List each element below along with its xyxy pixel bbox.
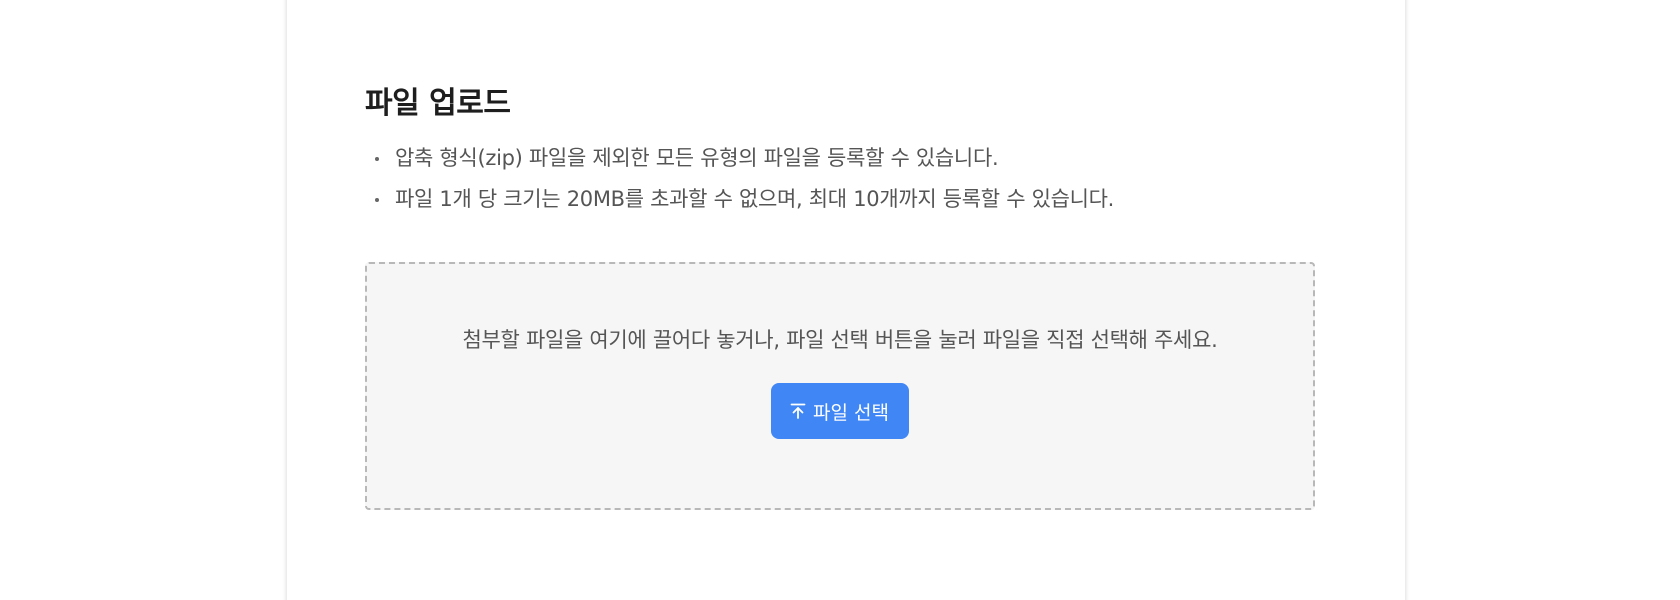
guide-text: 파일 1개 당 크기는 20MB를 초과할 수 없으며, 최대 10개까지 등록…: [395, 187, 1115, 211]
select-file-label: 파일 선택: [813, 401, 889, 424]
upload-guide-list: 압축 형식(zip) 파일을 제외한 모든 유형의 파일을 등록할 수 있습니다…: [365, 138, 1315, 220]
guide-item: 파일 1개 당 크기는 20MB를 초과할 수 없으며, 최대 10개까지 등록…: [365, 179, 1315, 220]
page-background: 파일 업로드 압축 형식(zip) 파일을 제외한 모든 유형의 파일을 등록할…: [0, 0, 1680, 600]
content-card: 파일 업로드 압축 형식(zip) 파일을 제외한 모든 유형의 파일을 등록할…: [286, 0, 1406, 600]
select-file-button[interactable]: 파일 선택: [771, 383, 909, 439]
guide-text: 압축 형식(zip) 파일을 제외한 모든 유형의 파일을 등록할 수 있습니다…: [395, 146, 999, 170]
upload-icon: [789, 402, 807, 420]
section-title: 파일 업로드: [365, 86, 511, 121]
file-dropzone[interactable]: 첨부할 파일을 여기에 끌어다 놓거나, 파일 선택 버튼을 눌러 파일을 직접…: [365, 262, 1315, 510]
dropzone-instruction: 첨부할 파일을 여기에 끌어다 놓거나, 파일 선택 버튼을 눌러 파일을 직접…: [462, 328, 1218, 352]
bullet-icon: [375, 157, 379, 161]
file-upload-section: 파일 업로드 압축 형식(zip) 파일을 제외한 모든 유형의 파일을 등록할…: [365, 84, 1315, 510]
guide-item: 압축 형식(zip) 파일을 제외한 모든 유형의 파일을 등록할 수 있습니다…: [365, 138, 1315, 179]
bullet-icon: [375, 198, 379, 202]
